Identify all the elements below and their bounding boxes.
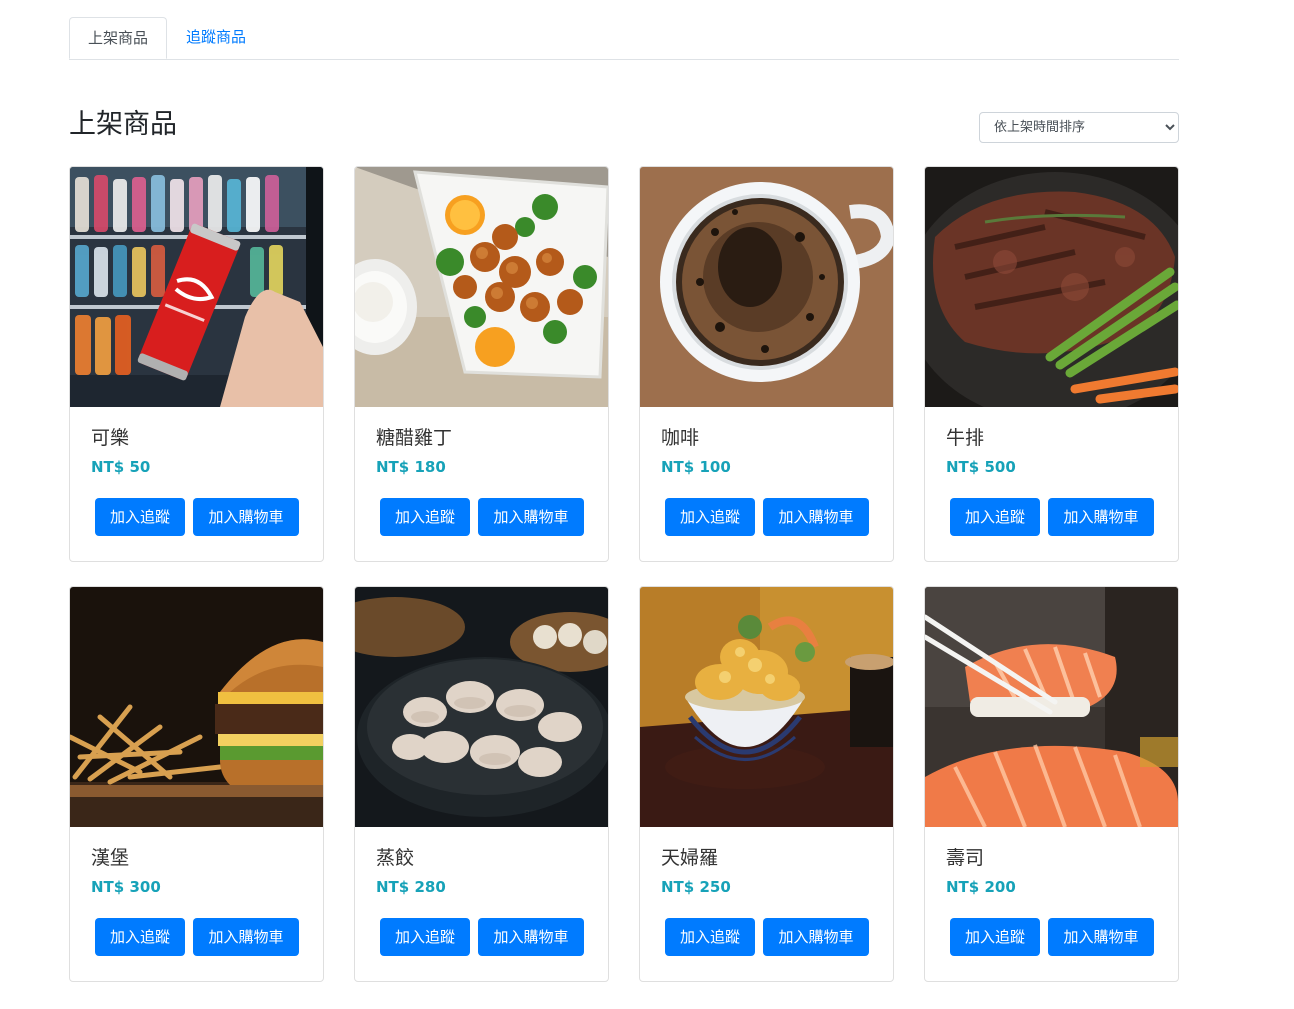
add-to-watchlist-button[interactable]: 加入追蹤 — [950, 498, 1040, 536]
add-to-cart-button[interactable]: 加入購物車 — [763, 918, 869, 956]
product-price: NT$ 100 — [661, 458, 731, 476]
product-price: NT$ 180 — [376, 458, 446, 476]
tempura-bowl-photo — [640, 587, 893, 827]
add-to-watchlist-button[interactable]: 加入追蹤 — [95, 918, 185, 956]
product-card: 可樂 NT$ 50 加入追蹤 加入購物車 — [69, 166, 324, 562]
product-name: 壽司 — [946, 847, 985, 869]
add-to-watchlist-button[interactable]: 加入追蹤 — [95, 498, 185, 536]
salmon-sushi-photo — [925, 587, 1178, 827]
add-to-watchlist-button[interactable]: 加入追蹤 — [665, 498, 755, 536]
add-to-cart-button[interactable]: 加入購物車 — [478, 918, 584, 956]
product-price: NT$ 250 — [661, 878, 731, 896]
product-name: 可樂 — [91, 427, 130, 449]
product-name: 蒸餃 — [376, 847, 415, 869]
product-name: 天婦羅 — [661, 847, 719, 869]
product-card: 糖醋雞丁 NT$ 180 加入追蹤 加入購物車 — [354, 166, 609, 562]
add-to-cart-button[interactable]: 加入購物車 — [1048, 498, 1154, 536]
add-to-cart-button[interactable]: 加入購物車 — [1048, 918, 1154, 956]
add-to-watchlist-button[interactable]: 加入追蹤 — [665, 918, 755, 956]
product-name: 漢堡 — [91, 847, 130, 869]
add-to-watchlist-button[interactable]: 加入追蹤 — [380, 918, 470, 956]
page-title: 上架商品 — [69, 109, 177, 140]
product-price: NT$ 200 — [946, 878, 1016, 896]
add-to-cart-button[interactable]: 加入購物車 — [763, 498, 869, 536]
coffee-cup-photo — [640, 167, 893, 407]
burger-fries-photo — [70, 587, 323, 827]
product-card: 天婦羅 NT$ 250 加入追蹤 加入購物車 — [639, 586, 894, 982]
product-card: 蒸餃 NT$ 280 加入追蹤 加入購物車 — [354, 586, 609, 982]
product-name: 咖啡 — [661, 427, 700, 449]
product-name: 牛排 — [946, 427, 985, 449]
add-to-cart-button[interactable]: 加入購物車 — [193, 498, 299, 536]
tab-tracked-products[interactable]: 追蹤商品 — [167, 17, 265, 58]
product-card: 牛排 NT$ 500 加入追蹤 加入購物車 — [924, 166, 1179, 562]
product-card: 壽司 NT$ 200 加入追蹤 加入購物車 — [924, 586, 1179, 982]
product-price: NT$ 280 — [376, 878, 446, 896]
product-card: 咖啡 NT$ 100 加入追蹤 加入購物車 — [639, 166, 894, 562]
sort-select[interactable]: 依上架時間排序 — [979, 112, 1179, 143]
product-price: NT$ 500 — [946, 458, 1016, 476]
product-tabs: 上架商品 追蹤商品 — [69, 17, 1179, 60]
add-to-watchlist-button[interactable]: 加入追蹤 — [950, 918, 1040, 956]
product-name: 糖醋雞丁 — [376, 427, 453, 449]
product-price: NT$ 50 — [91, 458, 151, 476]
steak-photo — [925, 167, 1178, 407]
sweet-sour-chicken-photo — [355, 167, 608, 407]
steamed-dumplings-photo — [355, 587, 608, 827]
tab-listed-products[interactable]: 上架商品 — [69, 17, 167, 59]
add-to-watchlist-button[interactable]: 加入追蹤 — [380, 498, 470, 536]
cola-can-photo — [70, 167, 323, 407]
add-to-cart-button[interactable]: 加入購物車 — [193, 918, 299, 956]
product-card: 漢堡 NT$ 300 加入追蹤 加入購物車 — [69, 586, 324, 982]
product-price: NT$ 300 — [91, 878, 161, 896]
add-to-cart-button[interactable]: 加入購物車 — [478, 498, 584, 536]
